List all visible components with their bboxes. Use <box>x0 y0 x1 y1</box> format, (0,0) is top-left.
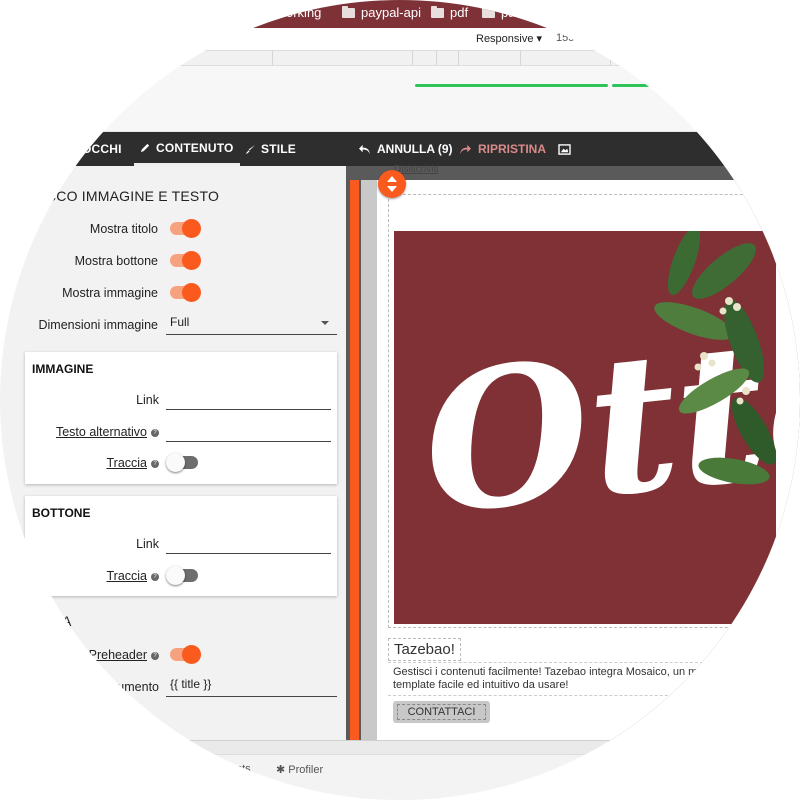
undo-label: ANNULLA (9) <box>377 142 453 156</box>
caret-down-icon: ▾ <box>536 33 543 45</box>
image-track-label-wrap: Traccia? <box>40 456 159 470</box>
image-link-input[interactable] <box>166 390 331 410</box>
bookmark-label: pdf <box>450 5 469 20</box>
circular-viewport: orking paypal-api pdf pa Responsive ▾ 15… <box>0 0 800 800</box>
editor-toolbar: OCCHI CONTENUTO STILE ANNULLA (9) RIPRIS… <box>0 132 800 166</box>
doc-title-label: umento <box>117 680 159 694</box>
devtools-bar: nts ✱ Profiler <box>0 754 800 800</box>
devtools-tab-components[interactable]: nts <box>236 763 251 775</box>
image-link-label: Link <box>136 393 159 407</box>
page-header-area <box>0 66 800 132</box>
bookmark-pa[interactable]: pa <box>482 5 515 20</box>
brush-icon <box>245 144 256 154</box>
green-bar <box>415 84 608 87</box>
alt-text-input[interactable] <box>166 422 331 442</box>
pencil-icon <box>140 143 150 153</box>
tab-blocks[interactable]: OCCHI <box>82 132 122 166</box>
hero-image[interactable]: Otto <box>394 231 776 624</box>
chevron-down-icon <box>321 321 329 325</box>
help-icon: ? <box>151 572 159 581</box>
selected-block-bar <box>350 180 359 740</box>
bookmark-paypal-api[interactable]: paypal-api <box>342 5 421 20</box>
device-toolbar: Responsive ▾ 155 <box>0 28 800 50</box>
bookmark-label: pa <box>501 5 516 20</box>
image-icon <box>558 143 571 155</box>
arrows-vertical-icon <box>387 176 397 192</box>
tab-label: OCCHI <box>82 142 122 156</box>
section-title: CCO IMMAGINE E TESTO <box>46 188 220 204</box>
gallery-button[interactable] <box>558 132 571 166</box>
folder-icon <box>431 5 444 18</box>
show-button-label: Mostra bottone <box>74 254 158 268</box>
help-icon: ? <box>151 428 159 437</box>
bottom-section-title: A <box>62 613 72 629</box>
green-bar <box>612 84 652 87</box>
viewport-width[interactable]: 155 <box>556 32 574 44</box>
image-card-title: IMMAGINE <box>32 362 94 376</box>
help-icon: ? <box>151 651 159 660</box>
button-track-toggle[interactable] <box>166 566 198 585</box>
image-track-label: Traccia <box>106 456 147 470</box>
button-link-label: Link <box>136 537 159 551</box>
tab-label: STILE <box>261 142 297 156</box>
responsive-label: Responsive <box>476 33 534 45</box>
media-query-bar <box>0 50 800 66</box>
image-size-value: Full <box>170 315 190 329</box>
redo-icon <box>460 144 471 154</box>
undo-icon <box>359 144 370 154</box>
bookmarks-bar: orking paypal-api pdf pa <box>0 0 800 28</box>
show-image-toggle[interactable] <box>170 283 201 302</box>
preview-button-label: CONTATTACI <box>396 704 487 720</box>
preview-button[interactable]: CONTATTACI <box>393 701 490 723</box>
redo-label: RIPRISTINA <box>478 142 547 156</box>
help-icon: ? <box>151 459 159 468</box>
horizontal-scrollbar[interactable] <box>0 740 800 754</box>
hero-graphic: Otto <box>413 231 776 557</box>
doc-title-value: {{ title }} <box>170 677 212 691</box>
gear-icon: ✱ <box>276 764 286 776</box>
show-title-toggle[interactable] <box>170 219 201 238</box>
tab-style[interactable]: STILE <box>245 132 296 166</box>
button-link-input[interactable] <box>166 534 331 554</box>
preview-title[interactable]: Tazebao! <box>388 638 461 661</box>
doc-title-input[interactable]: {{ title }} <box>166 675 337 697</box>
button-card-title: BOTTONE <box>32 506 91 520</box>
show-button-toggle[interactable] <box>170 251 201 270</box>
button-track-label: Traccia <box>106 569 147 583</box>
devtools-tab-profiler[interactable]: ✱ Profiler <box>276 763 323 776</box>
button-track-label-wrap: Traccia? <box>40 569 159 583</box>
preview-text[interactable]: Gestisci i contenuti facilmente! Tazebao… <box>388 662 708 696</box>
preheader-label-wrap: Preheader? <box>40 648 159 662</box>
redo-button[interactable]: RIPRISTINA <box>459 132 546 166</box>
alt-text-label: Testo alternativo <box>55 425 147 439</box>
preheader-label: Preheader <box>88 648 147 662</box>
tab-label: CONTENUTO <box>156 140 234 155</box>
profiler-label: Profiler <box>288 764 324 776</box>
folder-icon <box>482 5 495 18</box>
image-track-toggle[interactable] <box>166 453 198 472</box>
show-title-label: Mostra titolo <box>89 222 158 236</box>
alt-text-label-wrap: Testo alternativo? <box>40 425 159 439</box>
folder-icon <box>342 5 355 18</box>
block-move-handle[interactable] <box>378 170 406 198</box>
bookmark-label: orking <box>286 5 322 20</box>
show-image-label: Mostra immagine <box>62 286 158 300</box>
block-gutter <box>361 180 377 740</box>
stage: orking paypal-api pdf pa Responsive ▾ 15… <box>0 0 800 800</box>
bookmark-label: paypal-api <box>361 5 421 20</box>
bookmark-pdf[interactable]: pdf <box>431 5 468 20</box>
tab-content[interactable]: CONTENUTO <box>134 132 240 166</box>
bookmark-working[interactable]: orking <box>286 5 321 20</box>
image-size-select[interactable]: Full <box>166 313 337 335</box>
responsive-dropdown[interactable]: Responsive ▾ <box>476 32 542 45</box>
image-size-label: Dimensioni immagine <box>38 318 159 332</box>
undo-button[interactable]: ANNULLA (9) <box>358 132 453 166</box>
preheader-toggle[interactable] <box>170 645 201 664</box>
